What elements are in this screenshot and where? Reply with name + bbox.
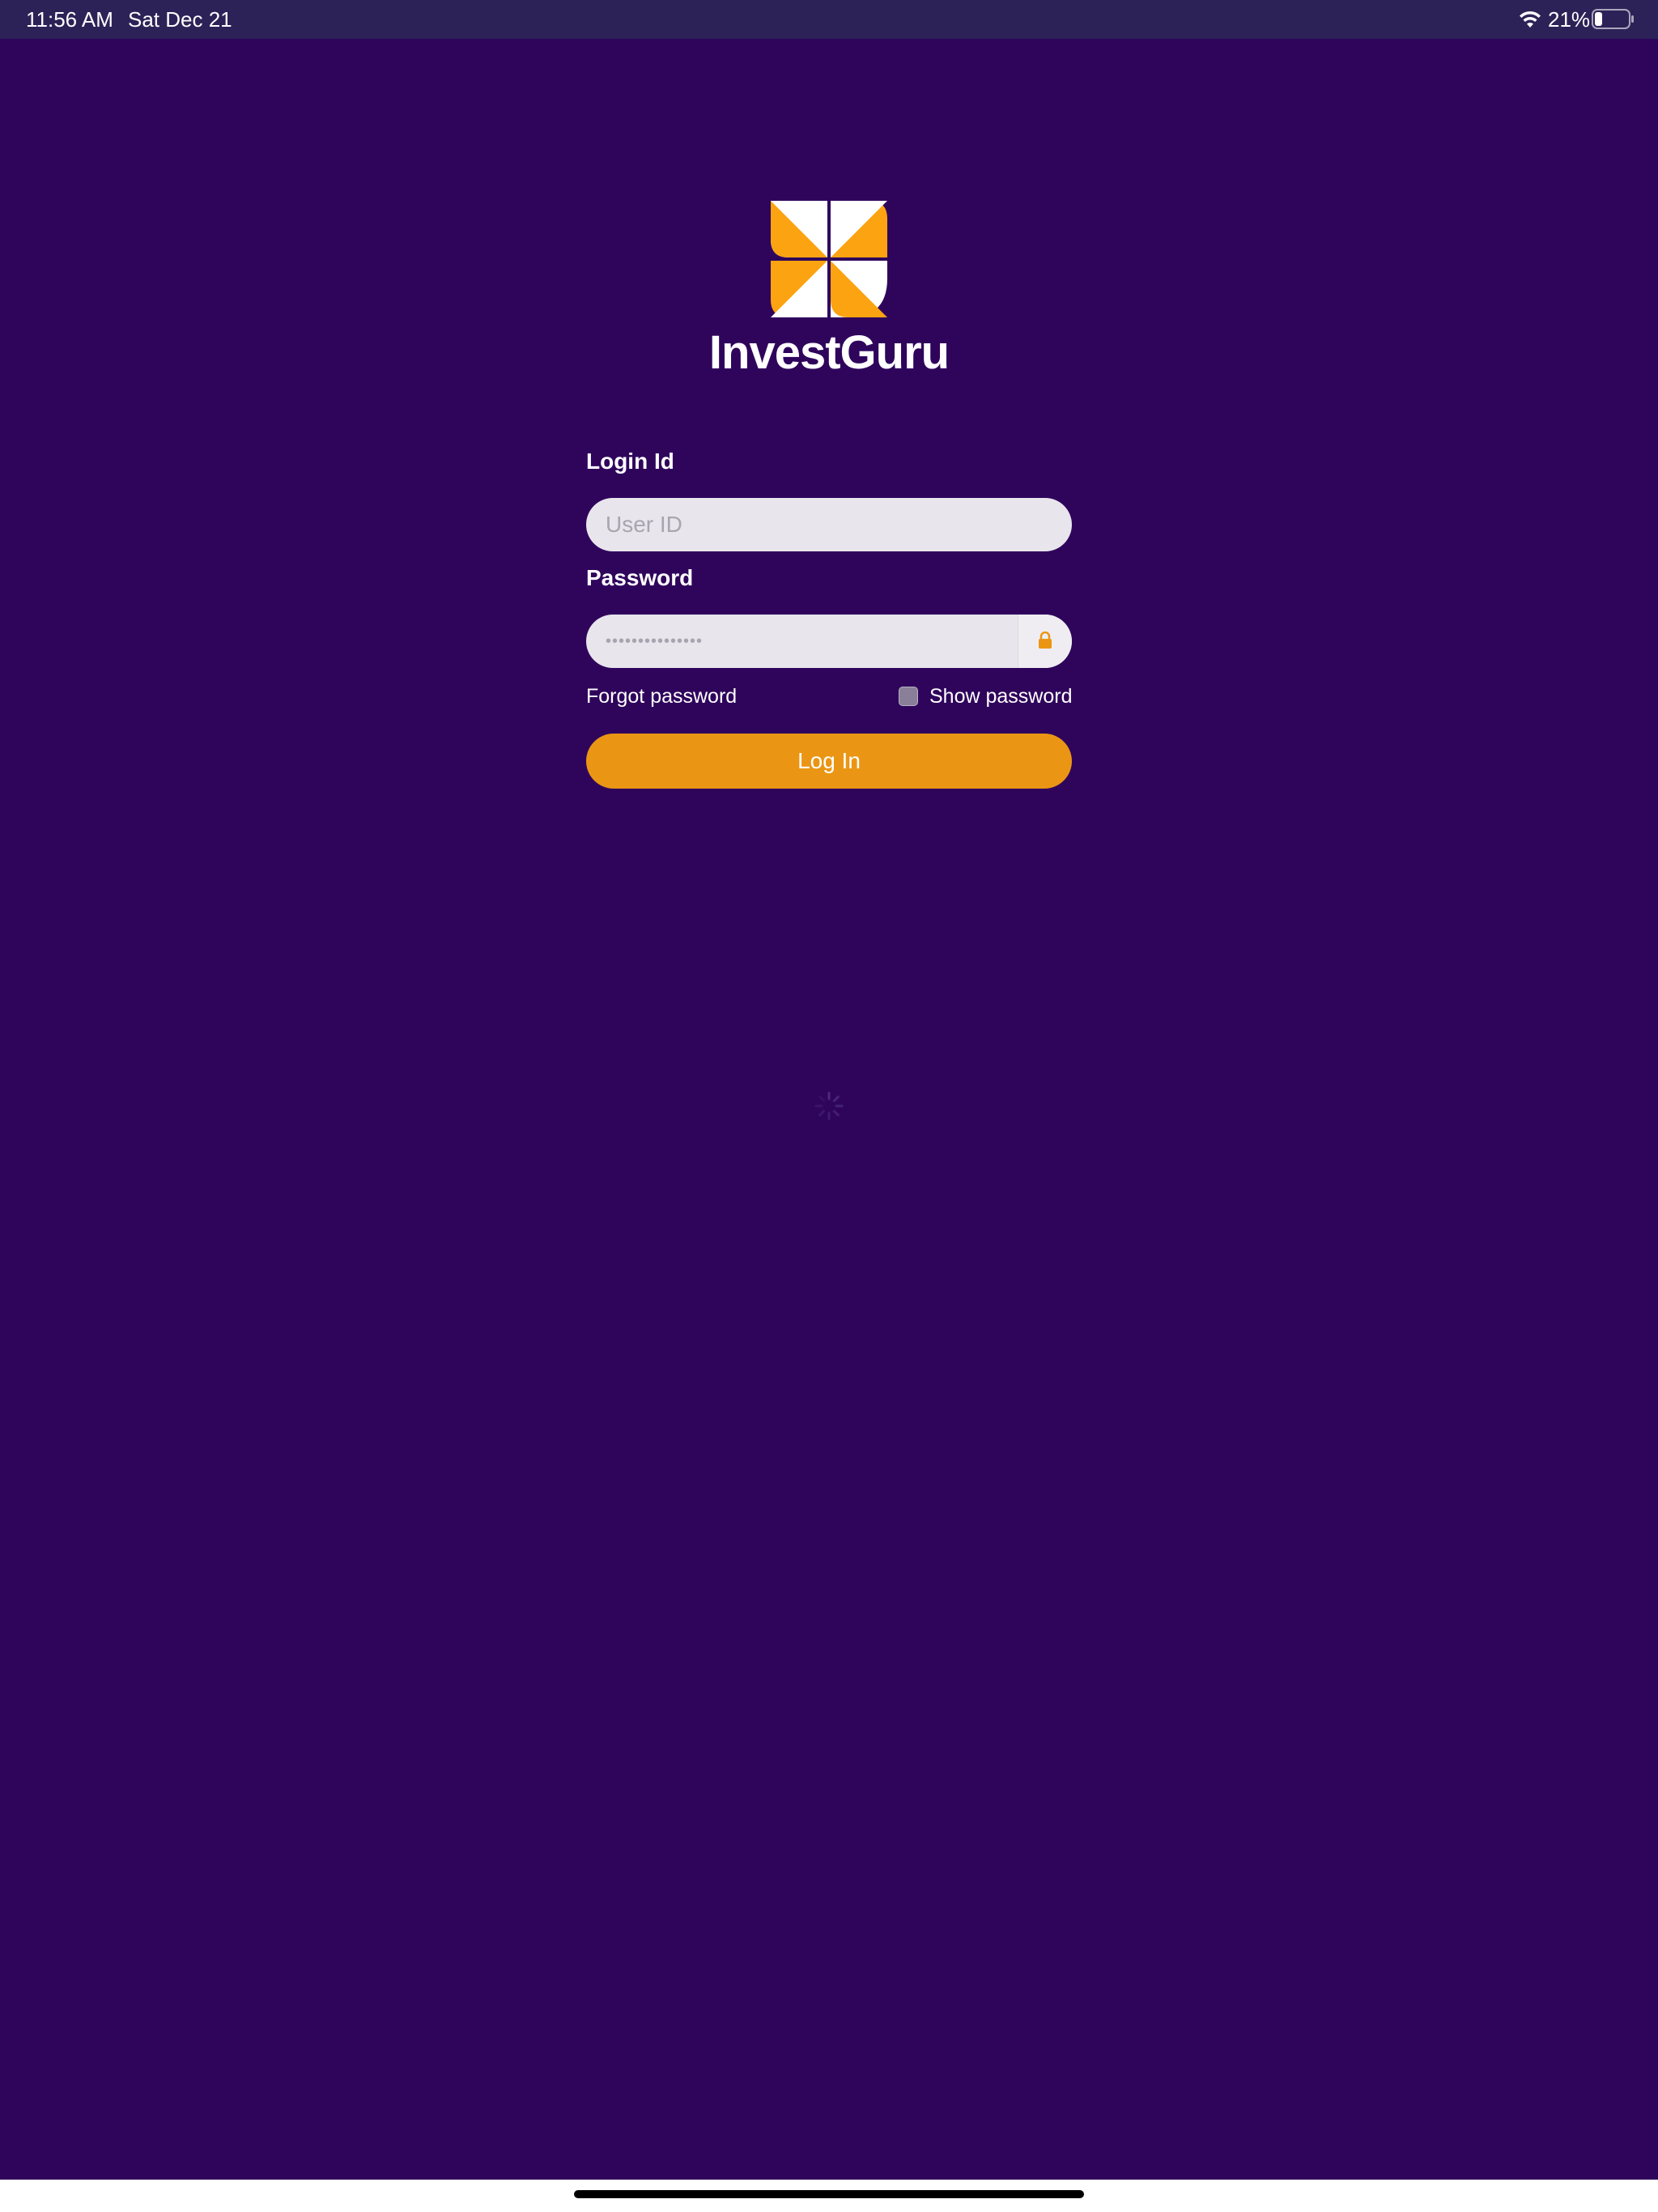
password-input[interactable] [586, 615, 1017, 668]
user-id-field[interactable] [586, 498, 1072, 551]
forgot-password-link[interactable]: Forgot password [586, 683, 737, 710]
user-id-input[interactable] [586, 498, 1072, 551]
battery-percentage: 21% [1548, 7, 1591, 32]
login-button[interactable]: Log In [586, 734, 1072, 789]
status-time: 11:56 AM [26, 7, 113, 32]
show-password-checkbox[interactable] [899, 687, 918, 706]
home-indicator[interactable] [574, 2190, 1084, 2198]
loading-spinner-icon [814, 1091, 844, 1121]
battery-icon [1592, 9, 1634, 29]
pinwheel-logo-icon [771, 201, 887, 317]
password-label: Password [586, 565, 694, 590]
lock-button[interactable] [1018, 615, 1072, 668]
password-field[interactable] [586, 615, 1072, 668]
login-id-label: Login Id [586, 449, 674, 474]
status-date: Sat Dec 21 [128, 7, 232, 32]
show-password-toggle[interactable]: Show password [899, 683, 1072, 710]
show-password-label: Show password [929, 685, 1073, 708]
lock-icon [1039, 632, 1052, 649]
wifi-icon [1520, 11, 1541, 28]
status-bar: 11:56 AM Sat Dec 21 21% [0, 0, 1658, 39]
brand-name: InvestGuru [708, 326, 950, 379]
